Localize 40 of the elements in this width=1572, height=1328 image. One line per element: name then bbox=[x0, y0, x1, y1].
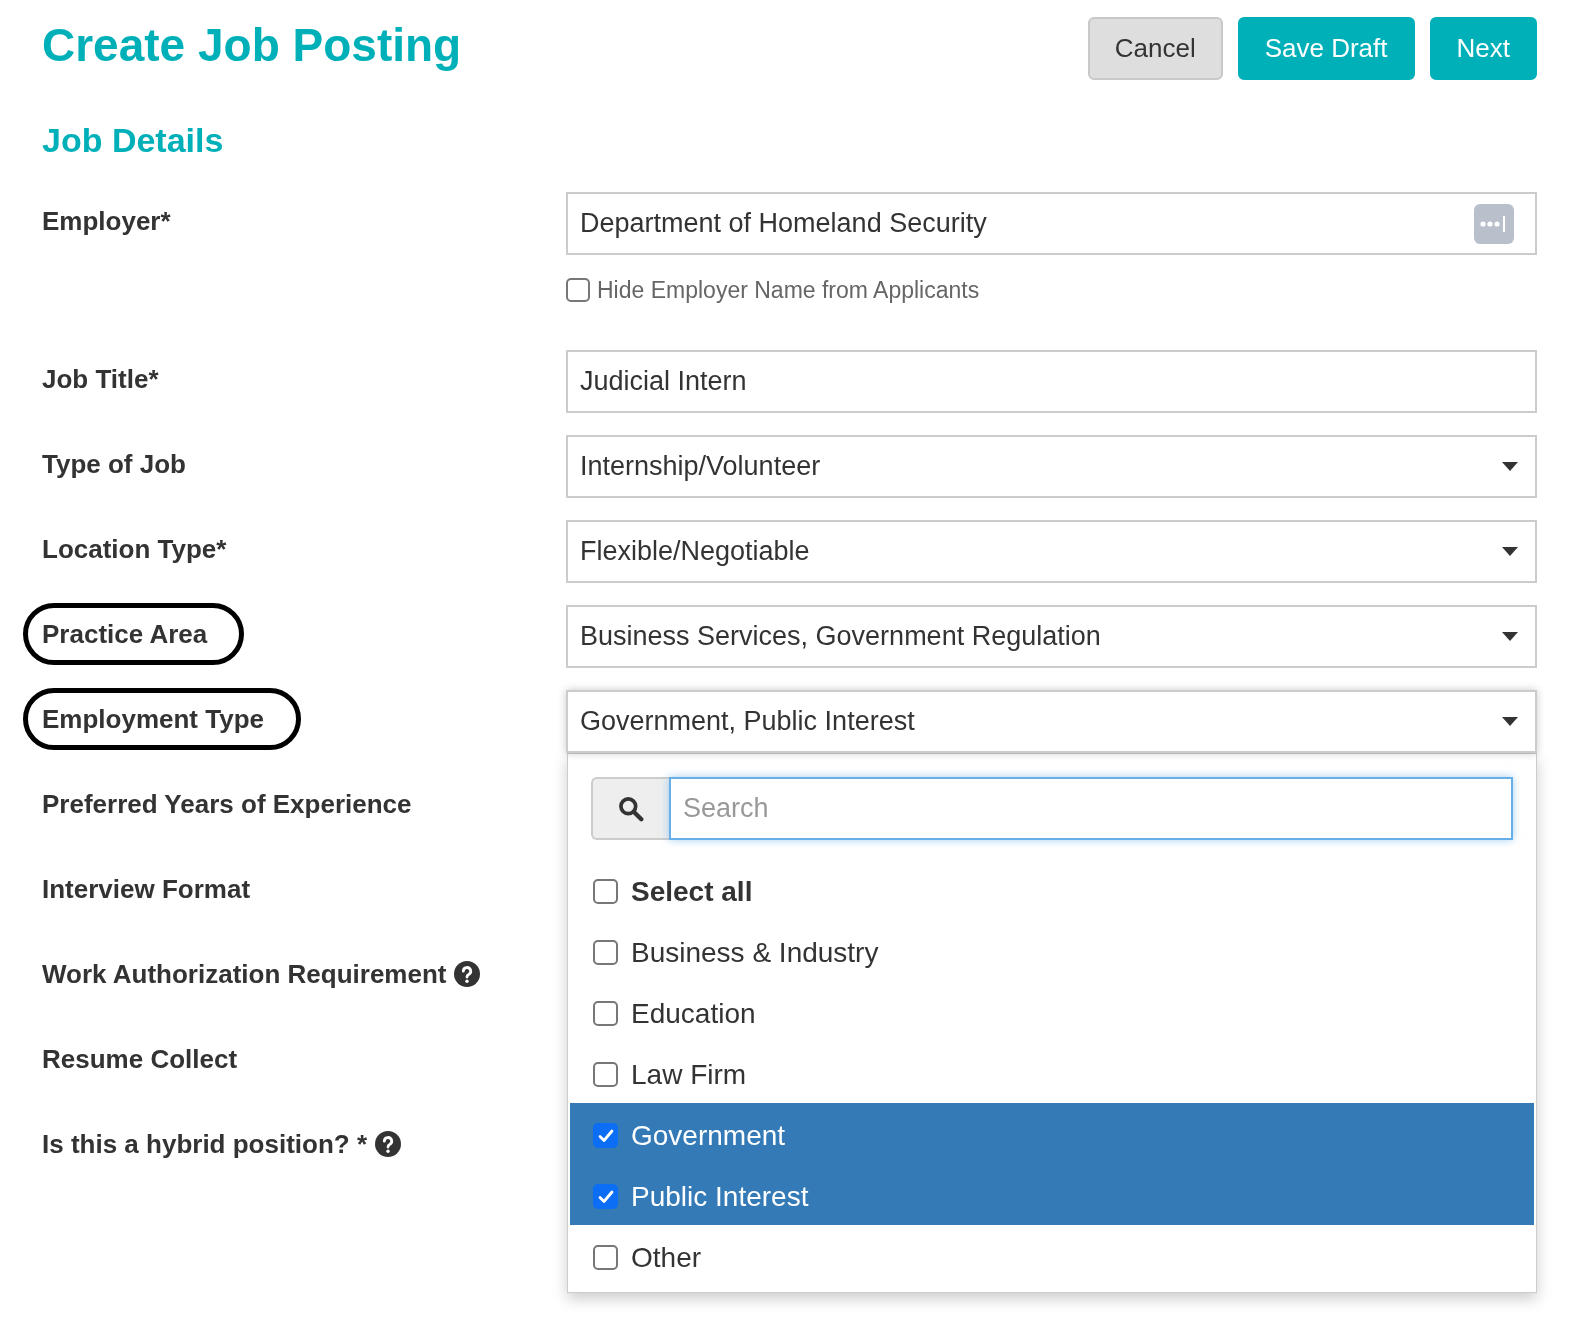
section-title: Job Details bbox=[42, 123, 224, 157]
checkbox[interactable] bbox=[593, 1123, 618, 1148]
field-label: Interview Format bbox=[42, 875, 251, 902]
employer-field[interactable]: Department of Homeland Security bbox=[566, 192, 1537, 255]
hide-employer-option[interactable]: Hide Employer Name from Applicants bbox=[566, 278, 980, 302]
search-icon bbox=[591, 777, 669, 840]
field-label: Preferred Years of Experience bbox=[42, 790, 412, 817]
text-field[interactable]: Judicial Intern bbox=[566, 350, 1537, 413]
caret-icon bbox=[1502, 717, 1518, 726]
help-icon[interactable] bbox=[454, 960, 481, 987]
checkbox[interactable] bbox=[593, 1184, 618, 1209]
field-label: Location Type* bbox=[42, 535, 227, 562]
checkmark-icon bbox=[597, 1128, 614, 1143]
select-field[interactable]: Flexible/Negotiable bbox=[566, 520, 1537, 583]
checkbox[interactable] bbox=[593, 1062, 618, 1087]
field-label: Is this a hybrid position? * bbox=[42, 1130, 368, 1157]
caret-icon bbox=[1502, 632, 1518, 641]
checkbox[interactable] bbox=[593, 879, 618, 904]
field-label: Type of Job bbox=[42, 450, 186, 477]
field-label: Employment Type bbox=[42, 705, 264, 732]
help-icon[interactable] bbox=[375, 1130, 402, 1157]
search-field[interactable]: Search bbox=[669, 777, 1513, 840]
dropdown-option[interactable]: Government bbox=[570, 1103, 1534, 1164]
header-button[interactable]: Cancel bbox=[1087, 17, 1223, 80]
caret-icon bbox=[1502, 547, 1518, 556]
checkbox[interactable] bbox=[566, 278, 590, 302]
select-field[interactable]: Internship/Volunteer bbox=[566, 435, 1537, 498]
checkbox[interactable] bbox=[593, 1001, 618, 1026]
field-label: Employer* bbox=[42, 207, 171, 234]
caret-icon bbox=[1502, 462, 1518, 471]
field-label: Practice Area bbox=[42, 620, 208, 647]
checkmark-icon bbox=[597, 1189, 614, 1204]
field-label: Resume Collect bbox=[42, 1045, 238, 1072]
select-field[interactable]: Business Services, Government Regulation bbox=[566, 605, 1537, 668]
checkbox[interactable] bbox=[593, 1245, 618, 1270]
select-field[interactable]: Government, Public Interest bbox=[566, 690, 1537, 753]
dropdown-option[interactable]: Public Interest bbox=[570, 1164, 1534, 1225]
field-label: Job Title* bbox=[42, 365, 159, 392]
field-label: Work Authorization Requirement bbox=[42, 960, 447, 987]
checkbox[interactable] bbox=[593, 940, 618, 965]
